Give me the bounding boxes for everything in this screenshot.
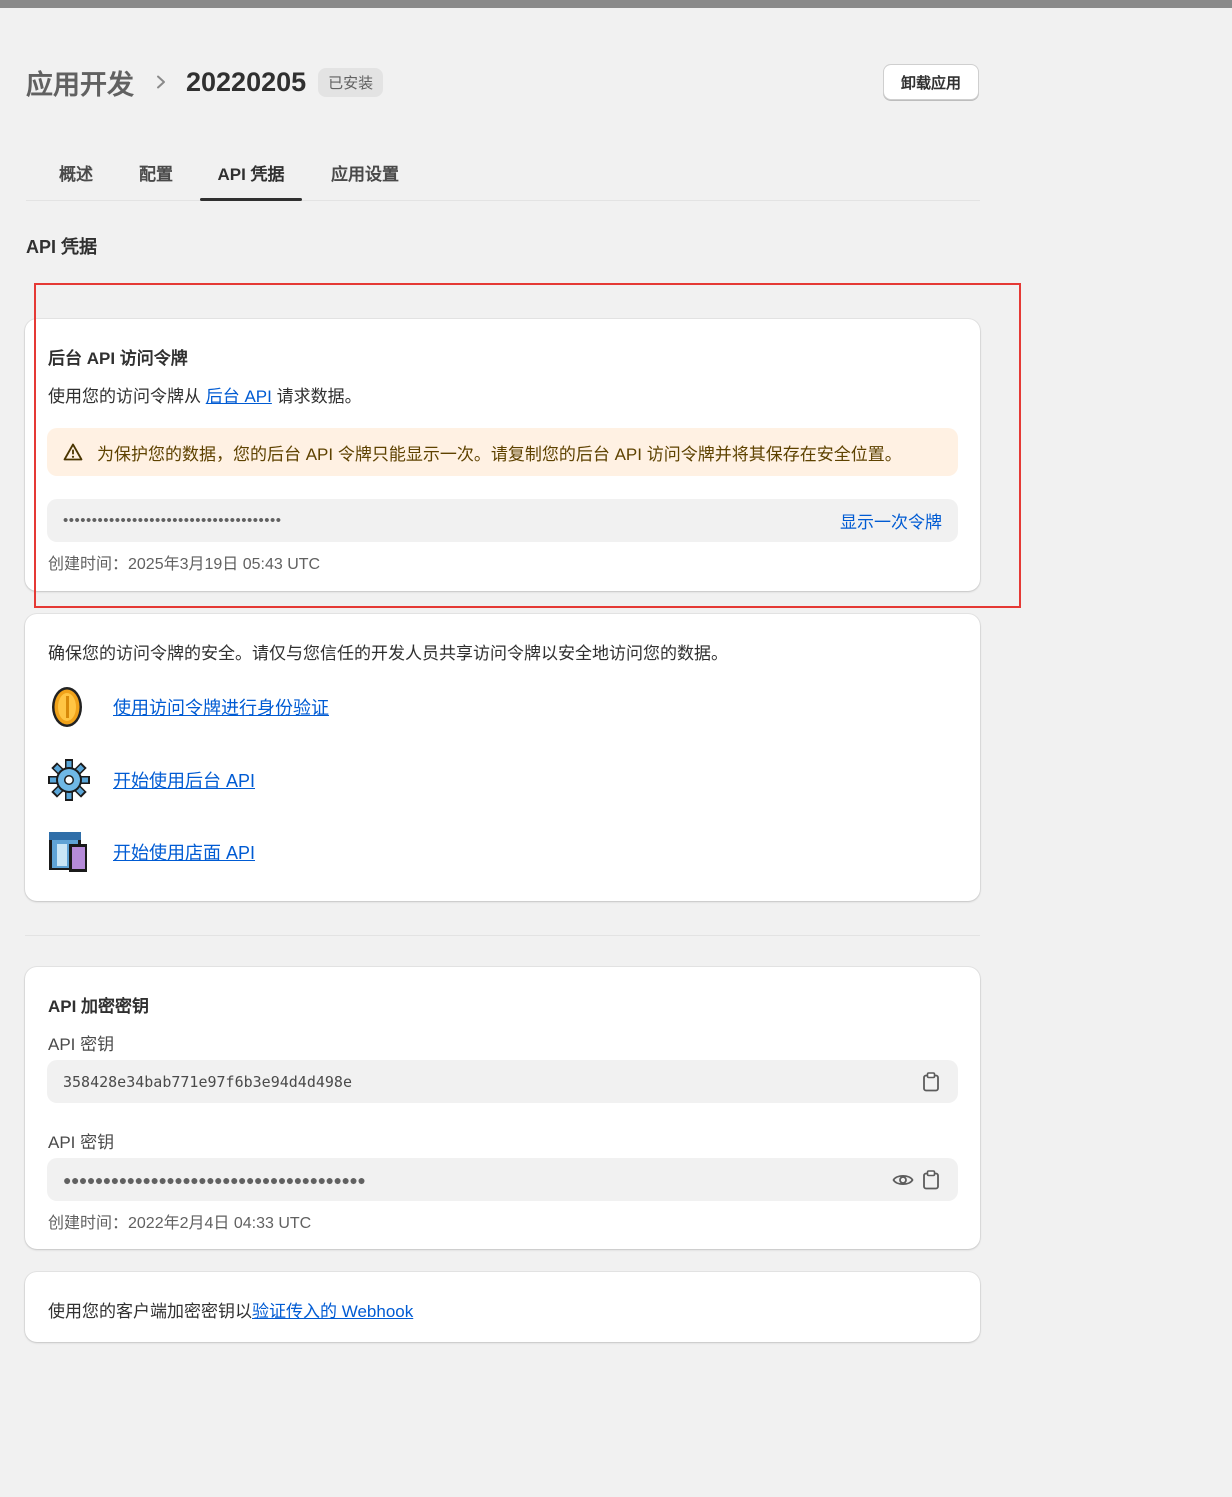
storefront-api-guide-link[interactable]: 开始使用店面 API: [113, 839, 255, 865]
api-keys-card: API 加密密钥 API 密钥 358428e34bab771e97f6b3e9…: [25, 967, 980, 1249]
verify-webhook-link[interactable]: 验证传入的 Webhook: [252, 1302, 413, 1321]
tab-bar: 概述 配置 API 凭据 应用设置: [26, 145, 980, 201]
section-title: API 凭据: [26, 237, 98, 257]
admin-api-link[interactable]: 后台 API: [206, 387, 272, 406]
security-note: 确保您的访问令牌的安全。请仅与您信任的开发人员共享访问令牌以安全地访问您的数据。: [48, 644, 728, 663]
masked-token: ••••••••••••••••••••••••••••••••••••••: [63, 512, 282, 529]
tab-overview[interactable]: 概述: [50, 145, 102, 200]
gear-icon: [48, 759, 90, 801]
tab-app-settings[interactable]: 应用设置: [326, 145, 404, 200]
admin-api-token-card: 后台 API 访问令牌 使用您的访问令牌从 后台 API 请求数据。 为保护您的…: [25, 319, 980, 591]
resource-row: 使用访问令牌进行身份验证: [47, 685, 329, 729]
breadcrumb-parent-link[interactable]: 应用开发: [26, 63, 134, 102]
created-timestamp: 创建时间：2025年3月19日 05:43 UTC: [48, 556, 321, 573]
admin-api-guide-link[interactable]: 开始使用后台 API: [113, 767, 255, 793]
top-bar: [0, 0, 1232, 8]
warning-banner: 为保护您的数据，您的后台 API 令牌只能显示一次。请复制您的后台 API 访问…: [47, 428, 958, 476]
chevron-right-icon: [154, 75, 168, 89]
auth-token-guide-link[interactable]: 使用访问令牌进行身份验证: [113, 694, 329, 720]
secret-key-field: ●●●●●●●●●●●●●●●●●●●●●●●●●●●●●●●●●●●●●●: [47, 1158, 958, 1201]
coin-icon: [52, 687, 82, 727]
webhook-text: 使用您的客户端加密密钥以验证传入的 Webhook: [48, 1302, 414, 1321]
eye-icon[interactable]: [892, 1172, 914, 1188]
breadcrumb: 应用开发 20220205 已安装: [26, 62, 384, 102]
created-timestamp: 创建时间：2022年2月4日 04:33 UTC: [48, 1215, 312, 1232]
copy-icon[interactable]: [922, 1071, 940, 1092]
tab-api-credentials[interactable]: API 凭据: [200, 145, 302, 201]
card-description: 使用您的访问令牌从 后台 API 请求数据。: [48, 387, 362, 406]
page-title: 20220205: [186, 66, 307, 97]
resource-row: 开始使用店面 API: [47, 830, 255, 874]
api-key-value: 358428e34bab771e97f6b3e94d4d498e: [63, 1072, 352, 1091]
warning-icon: [63, 443, 83, 461]
card-title: API 加密密钥: [48, 997, 150, 1016]
storefront-icon: [49, 832, 87, 872]
masked-secret: ●●●●●●●●●●●●●●●●●●●●●●●●●●●●●●●●●●●●●●: [63, 1171, 366, 1188]
token-field: •••••••••••••••••••••••••••••••••••••• 显…: [47, 499, 958, 542]
copy-icon[interactable]: [922, 1169, 940, 1190]
resource-row: 开始使用后台 API: [47, 758, 255, 802]
tab-configuration[interactable]: 配置: [130, 145, 182, 200]
uninstall-app-button[interactable]: 卸载应用: [883, 64, 979, 100]
webhook-card: 使用您的客户端加密密钥以验证传入的 Webhook: [25, 1272, 980, 1342]
status-badge: 已安装: [318, 67, 384, 97]
api-key-field: 358428e34bab771e97f6b3e94d4d498e: [47, 1060, 958, 1103]
reveal-token-button[interactable]: 显示一次令牌: [840, 508, 942, 533]
warning-text: 为保护您的数据，您的后台 API 令牌只能显示一次。请复制您的后台 API 访问…: [97, 444, 902, 464]
divider: [25, 935, 980, 936]
api-key-label: API 密钥: [48, 1035, 115, 1054]
card-title: 后台 API 访问令牌: [48, 349, 188, 368]
secret-key-label: API 密钥: [48, 1133, 115, 1152]
security-resources-card: 确保您的访问令牌的安全。请仅与您信任的开发人员共享访问令牌以安全地访问您的数据。…: [25, 614, 980, 901]
